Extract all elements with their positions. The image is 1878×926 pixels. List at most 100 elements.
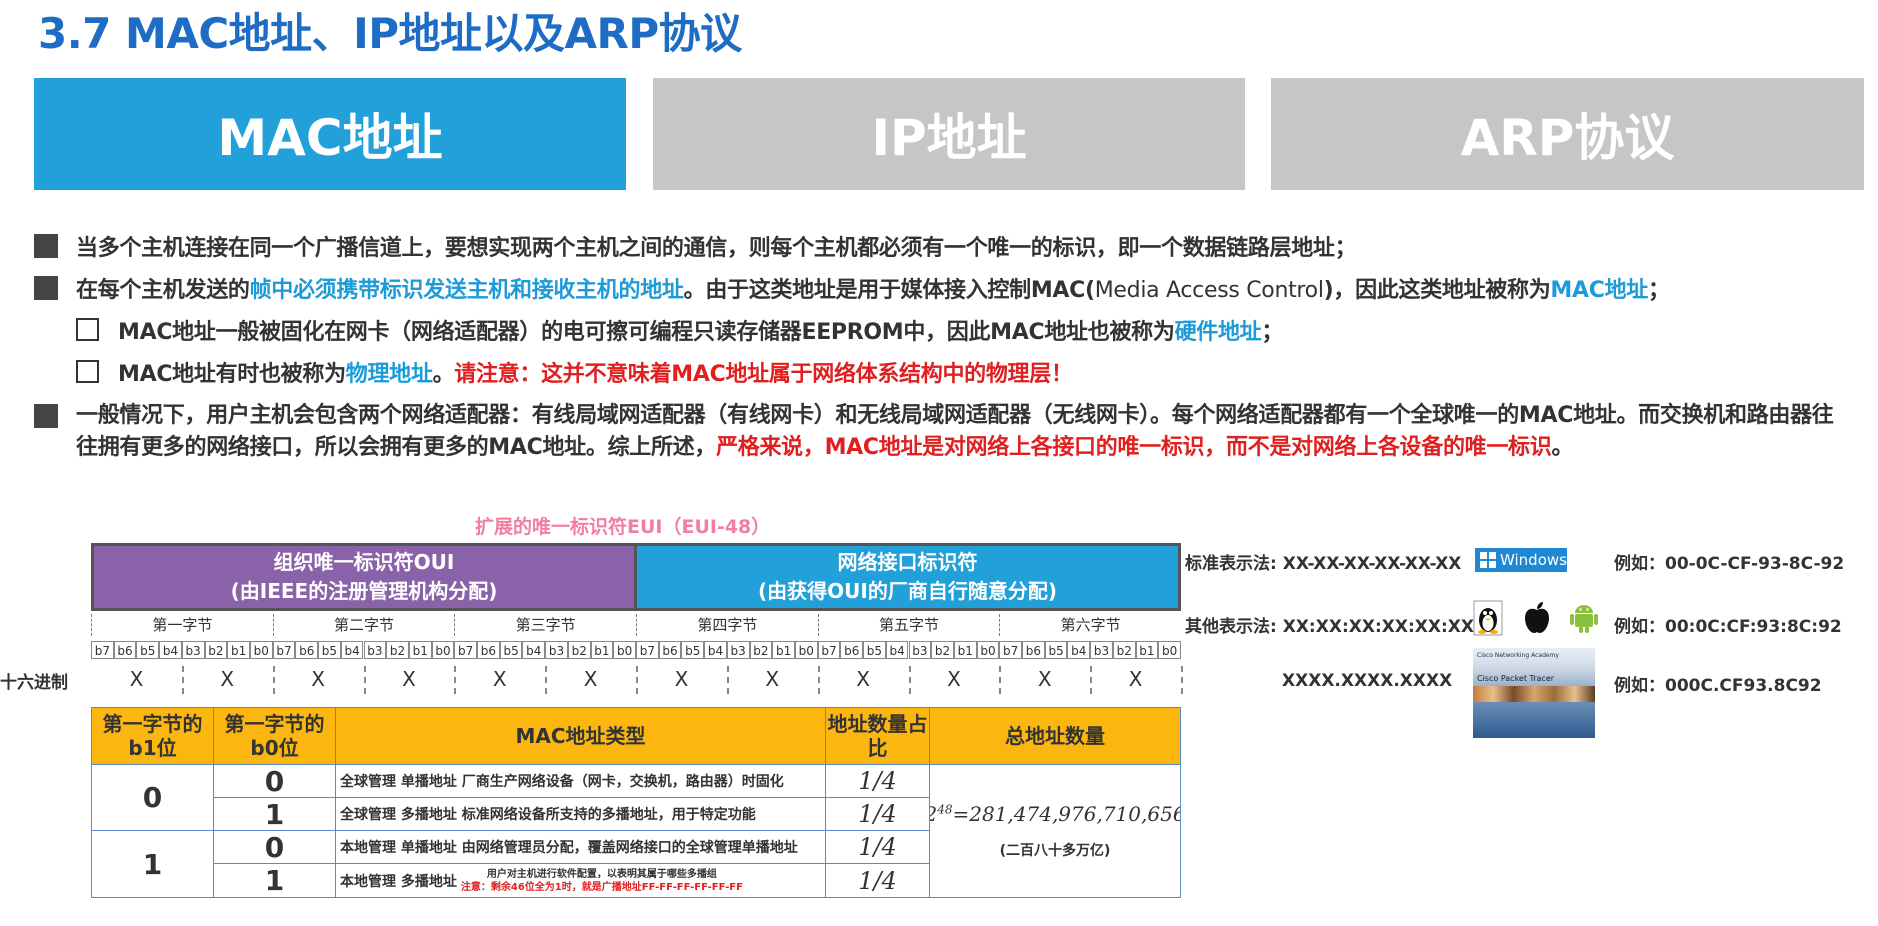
mac-type: 全球管理 多播地址 标准网络设备所支持的多播地址，用于特定功能 bbox=[335, 797, 826, 831]
bit-label: b1 bbox=[953, 641, 977, 659]
text-span: ； bbox=[1648, 278, 1670, 303]
hex-digit: X bbox=[856, 667, 870, 691]
warning-text: 严格来说，MAC地址是对网络上各接口的唯一标识，而不是对网络上各设备的唯一标识 bbox=[716, 435, 1552, 460]
bit-label: b0 bbox=[1158, 641, 1181, 659]
bit-label: b1 bbox=[408, 641, 432, 659]
hex-digit: X bbox=[492, 667, 507, 691]
bit-label: b3 bbox=[908, 641, 932, 659]
text-span: 。由于这类地址是用于媒体接入控制MAC( bbox=[683, 278, 1095, 303]
hex-digit: X bbox=[402, 667, 416, 691]
cisco-packet-tracer-image: Cisco Networking Academy Cisco Packet Tr… bbox=[1473, 648, 1595, 738]
oui-header: 组织唯一标识符OUI (由IEEE的注册管理机构分配) bbox=[91, 543, 637, 611]
bit-label: b2 bbox=[386, 641, 409, 659]
standard-format-example: 例如：00-0C-CF-93-8C-92 bbox=[1614, 554, 1845, 574]
hex-digit: X bbox=[311, 667, 325, 691]
cisco-format-label: XXXX.XXXX.XXXX bbox=[1282, 671, 1453, 691]
ratio-value: 1/4 bbox=[825, 797, 930, 831]
byte-label: 第一字节 bbox=[91, 614, 273, 636]
sub-bullet-text: MAC地址一般被固化在网卡（网络适配器）的电可擦可编程只读存储器EEPROM中，… bbox=[118, 314, 1283, 346]
bullet-square-icon bbox=[34, 404, 58, 428]
bit-label: b7 bbox=[999, 641, 1023, 659]
tab-label: IP地址 bbox=[871, 109, 1027, 167]
byte-label: 第五字节 bbox=[817, 614, 1000, 636]
table-header: 地址数量占比 bbox=[825, 707, 930, 765]
b1-value: 0 bbox=[91, 764, 214, 831]
bullet-square-icon bbox=[34, 276, 58, 300]
bit-label: b4 bbox=[522, 641, 546, 659]
hex-digit: X bbox=[765, 667, 780, 691]
bit-label: b6 bbox=[1022, 641, 1045, 659]
hex-digit: X bbox=[947, 667, 961, 691]
text-span: 。 bbox=[1551, 435, 1574, 460]
checkbox-icon bbox=[76, 318, 99, 341]
bit-label: b4 bbox=[340, 641, 364, 659]
tab-label: MAC地址 bbox=[217, 109, 443, 167]
hex-separator bbox=[1181, 666, 1183, 694]
text-span: )，因此这类地址被称为 bbox=[1323, 278, 1551, 303]
bit-label: b6 bbox=[295, 641, 319, 659]
bit-label: b6 bbox=[113, 641, 137, 659]
bit-label: b4 bbox=[1067, 641, 1091, 659]
bit-label: b7 bbox=[272, 641, 296, 659]
bit-label: b3 bbox=[545, 641, 568, 659]
bit-label: b6 bbox=[840, 641, 864, 659]
hex-label: 十六进制 bbox=[0, 673, 68, 693]
tab-ip-address[interactable]: IP地址 bbox=[653, 78, 1245, 190]
bit-label: b2 bbox=[749, 641, 773, 659]
ratio-value: 1/4 bbox=[825, 764, 930, 798]
bit-label: b4 bbox=[704, 641, 727, 659]
tab-label: ARP协议 bbox=[1460, 109, 1675, 167]
ratio-value: 1/4 bbox=[825, 830, 930, 864]
bit-label: b2 bbox=[204, 641, 228, 659]
mac-type: 全球管理 单播地址 厂商生产网络设备（网卡，交换机，路由器）时固化 bbox=[335, 764, 826, 798]
bit-label: b0 bbox=[431, 641, 455, 659]
mac-type-prefix: 本地管理 多播地址 bbox=[340, 873, 457, 890]
text-span: ； bbox=[1261, 320, 1284, 345]
bit-label: b0 bbox=[249, 641, 273, 659]
text-span: 在每个主机发送的 bbox=[76, 278, 250, 303]
bullet-square-icon bbox=[34, 234, 58, 258]
hex-digit: X bbox=[1037, 667, 1052, 691]
bit-label: b1 bbox=[590, 641, 614, 659]
bullet-paragraph: 一般情况下，用户主机会包含两个网络适配器：有线局域网适配器（有线网卡）和无线局域… bbox=[76, 400, 1836, 464]
text-span: 。 bbox=[432, 362, 455, 387]
total-note: (二百八十多万亿) bbox=[999, 843, 1111, 859]
nic-subtitle: (由获得OUI的厂商自行随意分配) bbox=[758, 579, 1057, 603]
mac-type-note: 用户对主机进行软件配置，以表明其属于哪些多播组 bbox=[486, 868, 717, 880]
bit-label: b5 bbox=[1044, 641, 1068, 659]
bit-label: b7 bbox=[817, 641, 841, 659]
cisco-format-example: 例如：000C.CF93.8C92 bbox=[1614, 676, 1822, 696]
windows-label: Windows bbox=[1500, 551, 1567, 569]
android-icon bbox=[1570, 605, 1598, 633]
total-formula: 248=281,474,976,710,656 bbox=[930, 802, 1181, 826]
bit-label: b5 bbox=[863, 641, 886, 659]
mac-type-detail: 用户对主机进行软件配置，以表明其属于哪些多播组 注意：剩余46位全为1时，就是广… bbox=[461, 868, 743, 894]
text-span: MAC地址有时也被称为 bbox=[118, 362, 346, 387]
b0-value: 1 bbox=[213, 863, 336, 898]
bit-label: b6 bbox=[658, 641, 682, 659]
hex-digit: X bbox=[1128, 667, 1143, 691]
bit-label: b3 bbox=[726, 641, 750, 659]
other-format-label: 其他表示法: XX:XX:XX:XX:XX:XX bbox=[1185, 617, 1474, 637]
sub-bullet-text: MAC地址有时也被称为物理地址。请注意：这并不意味着MAC地址属于网络体系结构中… bbox=[118, 356, 1073, 388]
byte-label: 第三字节 bbox=[454, 614, 636, 636]
bullet-text: 当多个主机连接在同一个广播信道上，要想实现两个主机之间的通信，则每个主机都必须有… bbox=[76, 236, 1357, 261]
bit-label: b2 bbox=[567, 641, 591, 659]
nic-title: 网络接口标识符 bbox=[837, 550, 978, 574]
hex-digit: X bbox=[674, 667, 689, 691]
windows-logo: Windows bbox=[1475, 548, 1567, 572]
tab-arp-protocol[interactable]: ARP协议 bbox=[1271, 78, 1864, 190]
b0-value: 0 bbox=[213, 830, 336, 864]
byte-label: 第二字节 bbox=[272, 614, 455, 636]
highlight-text: 硬件地址 bbox=[1174, 320, 1262, 345]
cisco-photo-strip bbox=[1473, 686, 1595, 702]
tab-mac-address[interactable]: MAC地址 bbox=[34, 78, 626, 190]
hex-digit: X bbox=[129, 667, 144, 691]
page-title: 3.7 MAC地址、IP地址以及ARP协议 bbox=[38, 9, 742, 58]
bit-label: b4 bbox=[159, 641, 182, 659]
oui-subtitle: (由IEEE的注册管理机构分配) bbox=[230, 579, 498, 603]
bit-label: b7 bbox=[454, 641, 478, 659]
mac-type: 本地管理 单播地址 由网络管理员分配，覆盖网络接口的全球管理单播地址 bbox=[335, 830, 826, 864]
eui-label: 扩展的唯一标识符EUI（EUI-48） bbox=[475, 516, 771, 538]
bit-label: b0 bbox=[794, 641, 818, 659]
